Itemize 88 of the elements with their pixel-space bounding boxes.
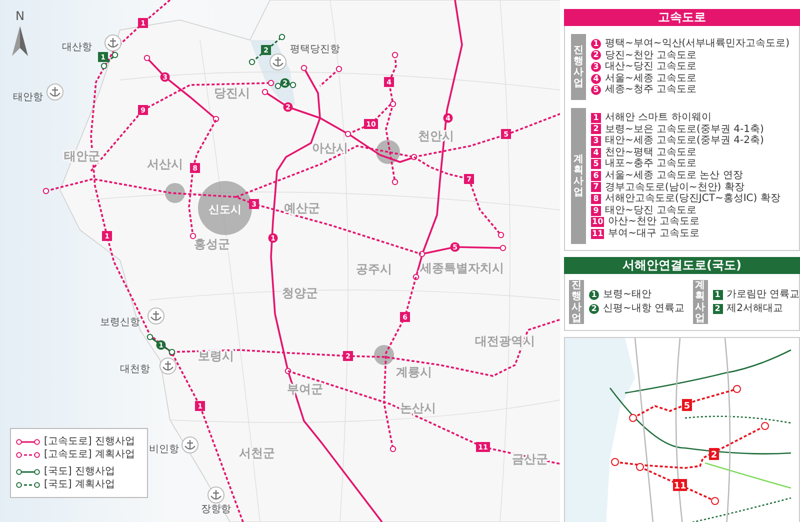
- port-label: 평택당진항: [290, 44, 340, 55]
- city-label: 아산시: [312, 141, 348, 155]
- project-name: 신평~내항 연륙교: [603, 302, 685, 314]
- port-label: 태안항: [13, 92, 43, 103]
- route-number-marker: 2: [709, 448, 719, 460]
- number-badge: 2: [589, 304, 599, 314]
- project-name: 제2서해대교: [726, 302, 783, 314]
- project-name: 당진~천안 고속도로: [605, 50, 697, 62]
- number-badge: 5: [591, 85, 601, 96]
- project-name: 내포~충주 고속도로: [605, 158, 697, 170]
- number-badge: 5: [591, 159, 601, 170]
- number-badge: 2: [712, 304, 723, 314]
- route-number-marker: 11: [673, 478, 687, 491]
- project-name: 서해안 스마트 하이웨이: [605, 112, 712, 124]
- number-badge: 3: [591, 136, 601, 146]
- port-label: 장항항: [201, 504, 231, 515]
- legend-label: [국도] 진행사업: [44, 466, 115, 478]
- project-name: 서울~세종 고속도로: [605, 72, 697, 84]
- number-badge: 1: [591, 38, 601, 49]
- group-label: 계획사업: [571, 108, 586, 244]
- project-name: 부여~대구 고속도로: [608, 228, 700, 240]
- city-label: 보령시: [198, 349, 234, 363]
- number-badge: 2: [591, 124, 601, 134]
- anchor-icon: [182, 436, 198, 454]
- city-label: 태안군: [64, 149, 100, 163]
- number-badge: 3: [591, 62, 601, 72]
- project-name: 세종~청주 고속도로: [605, 84, 697, 96]
- project-name: 천안~평택 고속도로: [605, 146, 697, 158]
- city-label: 당진시: [214, 86, 250, 100]
- project-name: 가로림만 연륙교: [726, 288, 800, 300]
- project-name: 서해안고속도로(당진JCT~홍성IC) 확장: [605, 193, 780, 205]
- number-badge: 7: [591, 182, 601, 192]
- number-badge: 10: [591, 217, 604, 228]
- area-circle: [376, 140, 400, 164]
- city-label: 신도시: [208, 203, 242, 216]
- route-number-marker: 5: [682, 398, 692, 411]
- number-badge: 4: [591, 74, 601, 84]
- north-arrow-icon: [12, 26, 28, 56]
- city-label: 서천군: [239, 446, 275, 460]
- project-name: 대산~당진 고속도로: [605, 61, 697, 73]
- port-label: 대천항: [120, 364, 150, 375]
- port-label: 대산항: [62, 42, 92, 53]
- city-label: 세종특별자치시: [420, 261, 504, 275]
- number-badge: 9: [591, 206, 601, 216]
- city-label: 서산시: [147, 157, 183, 171]
- project-name: 아산~천안 고속도로: [608, 216, 700, 228]
- group-label: 진행사업: [569, 280, 584, 324]
- number-badge: 1: [712, 290, 723, 300]
- number-badge: 6: [591, 170, 601, 181]
- legend-label: [국도] 계획사업: [44, 478, 115, 490]
- anchor-icon: [270, 54, 286, 70]
- city-label: 대전광역시: [475, 334, 535, 348]
- number-badge: 2: [591, 50, 601, 60]
- number-badge: 1: [589, 290, 599, 300]
- legend-label: [고속도로] 진행사업: [44, 436, 135, 448]
- city-label: 계룡시: [396, 365, 432, 379]
- city-label: 공주시: [356, 262, 392, 276]
- group-label: 계획사업: [692, 280, 708, 324]
- project-name: 태안~세종 고속도로(중부권 4-2축): [605, 135, 764, 147]
- port-label: 보령신항: [100, 317, 140, 328]
- panel-title: 서해안연결도로(국도): [564, 256, 800, 274]
- city-label: 청양군: [282, 286, 318, 300]
- project-name: 보령~보은 고속도로(중부권 4-1축): [605, 124, 764, 135]
- project-name: 경부고속도로(남이~천안) 확장: [605, 182, 744, 193]
- anchor-icon: [160, 358, 176, 374]
- north-label: N: [16, 9, 24, 23]
- number-badge: 1: [591, 112, 601, 123]
- city-label: 논산시: [400, 401, 436, 415]
- anchor-icon: [104, 34, 122, 52]
- area-circle: [374, 345, 394, 365]
- project-name: 평택~부여~익산(서부내륙민자고속도로): [605, 38, 790, 50]
- area-circle: [198, 181, 252, 235]
- project-name: 서울~세종 고속도로 논산 연장: [605, 170, 743, 182]
- anchor-icon: [148, 308, 164, 324]
- panel-title: 고속도로: [564, 9, 800, 26]
- number-badge: 11: [591, 228, 604, 239]
- project-name: 보령~태안: [603, 288, 652, 300]
- legend-label: [고속도로] 계획사업: [44, 448, 135, 460]
- number-badge: 4: [591, 148, 601, 158]
- city-label: 홍성군: [194, 237, 230, 251]
- area-circle: [165, 183, 185, 203]
- anchor-icon: [46, 84, 64, 100]
- port-label: 비인항: [149, 444, 179, 455]
- number-badge: 8: [591, 194, 601, 204]
- project-name: 태안~당진 고속도로: [605, 204, 697, 216]
- group-label: 진행사업: [571, 34, 586, 100]
- city-label: 예산군: [284, 201, 320, 215]
- anchor-icon: [208, 486, 224, 504]
